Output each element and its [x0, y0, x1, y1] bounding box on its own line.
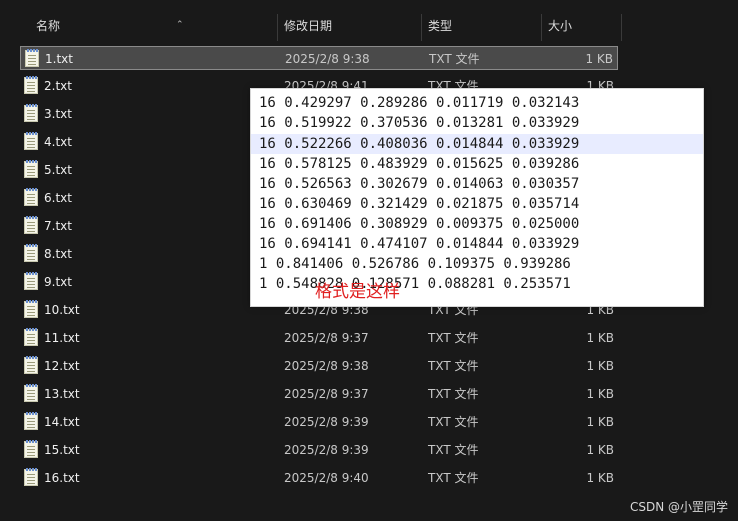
text-file-icon: [24, 384, 38, 402]
file-row[interactable]: 13.txt 2025/2/8 9:37 TXT 文件 1 KB: [20, 382, 618, 406]
file-row[interactable]: 12.txt 2025/2/8 9:38 TXT 文件 1 KB: [20, 354, 618, 378]
file-row[interactable]: 1.txt 2025/2/8 9:38 TXT 文件 1 KB: [20, 46, 618, 70]
file-type: TXT 文件: [428, 415, 479, 429]
text-file-icon: [24, 188, 38, 206]
column-header: 名称 ⌃ 修改日期 类型 大小: [0, 12, 738, 41]
file-name: 2.txt: [44, 79, 72, 93]
file-name: 13.txt: [44, 387, 80, 401]
top-band: [0, 0, 738, 8]
content-line: 16 0.519922 0.370536 0.013281 0.033929: [259, 115, 580, 131]
file-size: 1 KB: [586, 331, 614, 345]
text-file-icon: [24, 328, 38, 346]
content-line: 16 0.578125 0.483929 0.015625 0.039286: [259, 156, 580, 172]
file-date: 2025/2/8 9:40: [284, 471, 369, 485]
text-file-icon: [24, 412, 38, 430]
annotation-note: 格式是这样: [315, 282, 400, 302]
watermark: CSDN @小罡同学: [629, 500, 728, 514]
file-size: 1 KB: [585, 52, 613, 66]
file-size: 1 KB: [586, 443, 614, 457]
file-row[interactable]: 11.txt 2025/2/8 9:37 TXT 文件 1 KB: [20, 326, 618, 350]
content-line: 16 0.694141 0.474107 0.014844 0.033929: [259, 236, 580, 252]
file-type: TXT 文件: [428, 387, 479, 401]
file-name: 5.txt: [44, 163, 72, 177]
column-name-label: 名称: [36, 19, 61, 33]
text-file-icon: [25, 49, 39, 67]
file-name: 7.txt: [44, 219, 72, 233]
file-size: 1 KB: [586, 387, 614, 401]
file-name: 9.txt: [44, 275, 72, 289]
column-name-header[interactable]: 名称 ⌃: [28, 12, 278, 41]
content-line: 16 0.526563 0.302679 0.014063 0.030357: [259, 176, 580, 192]
content-line: 16 0.630469 0.321429 0.021875 0.035714: [259, 196, 580, 212]
text-file-icon: [24, 76, 38, 94]
file-type: TXT 文件: [428, 359, 479, 373]
file-date: 2025/2/8 9:38: [285, 52, 370, 66]
file-date: 2025/2/8 9:39: [284, 443, 369, 457]
file-name: 1.txt: [45, 52, 73, 66]
sort-ascending-icon: ⌃: [176, 20, 184, 30]
file-name: 10.txt: [44, 303, 80, 317]
content-line-highlighted: 16 0.522266 0.408036 0.014844 0.033929: [251, 134, 703, 154]
file-type: TXT 文件: [428, 443, 479, 457]
file-name: 16.txt: [44, 471, 80, 485]
column-divider[interactable]: [621, 14, 622, 41]
text-file-icon: [24, 216, 38, 234]
column-size-header[interactable]: 大小: [540, 12, 620, 41]
column-date-header[interactable]: 修改日期: [276, 12, 421, 41]
file-type: TXT 文件: [428, 331, 479, 345]
file-size: 1 KB: [586, 415, 614, 429]
file-row[interactable]: 16.txt 2025/2/8 9:40 TXT 文件 1 KB: [20, 466, 618, 490]
column-type-label: 类型: [428, 19, 453, 33]
text-file-icon: [24, 440, 38, 458]
file-content-preview: 16 0.429297 0.289286 0.011719 0.032143 1…: [250, 88, 704, 307]
file-name: 3.txt: [44, 107, 72, 121]
file-name: 6.txt: [44, 191, 72, 205]
content-line: 1 0.841406 0.526786 0.109375 0.939286: [259, 256, 571, 272]
file-name: 8.txt: [44, 247, 72, 261]
file-size: 1 KB: [586, 471, 614, 485]
text-file-icon: [24, 104, 38, 122]
text-file-icon: [24, 300, 38, 318]
file-name: 4.txt: [44, 135, 72, 149]
file-type: TXT 文件: [428, 471, 479, 485]
file-name: 12.txt: [44, 359, 80, 373]
file-name: 11.txt: [44, 331, 80, 345]
file-size: 1 KB: [586, 359, 614, 373]
text-file-icon: [24, 160, 38, 178]
text-file-icon: [24, 356, 38, 374]
file-row[interactable]: 14.txt 2025/2/8 9:39 TXT 文件 1 KB: [20, 410, 618, 434]
text-file-icon: [24, 468, 38, 486]
column-date-label: 修改日期: [284, 19, 333, 33]
file-date: 2025/2/8 9:37: [284, 387, 369, 401]
column-size-label: 大小: [548, 19, 573, 33]
text-file-icon: [24, 272, 38, 290]
file-type: TXT 文件: [429, 52, 480, 66]
content-line: 16 0.429297 0.289286 0.011719 0.032143: [259, 95, 580, 111]
text-file-icon: [24, 132, 38, 150]
column-type-header[interactable]: 类型: [420, 12, 540, 41]
content-line: 16 0.691406 0.308929 0.009375 0.025000: [259, 216, 580, 232]
file-name: 15.txt: [44, 443, 80, 457]
file-date: 2025/2/8 9:39: [284, 415, 369, 429]
file-date: 2025/2/8 9:38: [284, 359, 369, 373]
file-name: 14.txt: [44, 415, 80, 429]
text-file-icon: [24, 244, 38, 262]
file-row[interactable]: 15.txt 2025/2/8 9:39 TXT 文件 1 KB: [20, 438, 618, 462]
file-date: 2025/2/8 9:37: [284, 331, 369, 345]
